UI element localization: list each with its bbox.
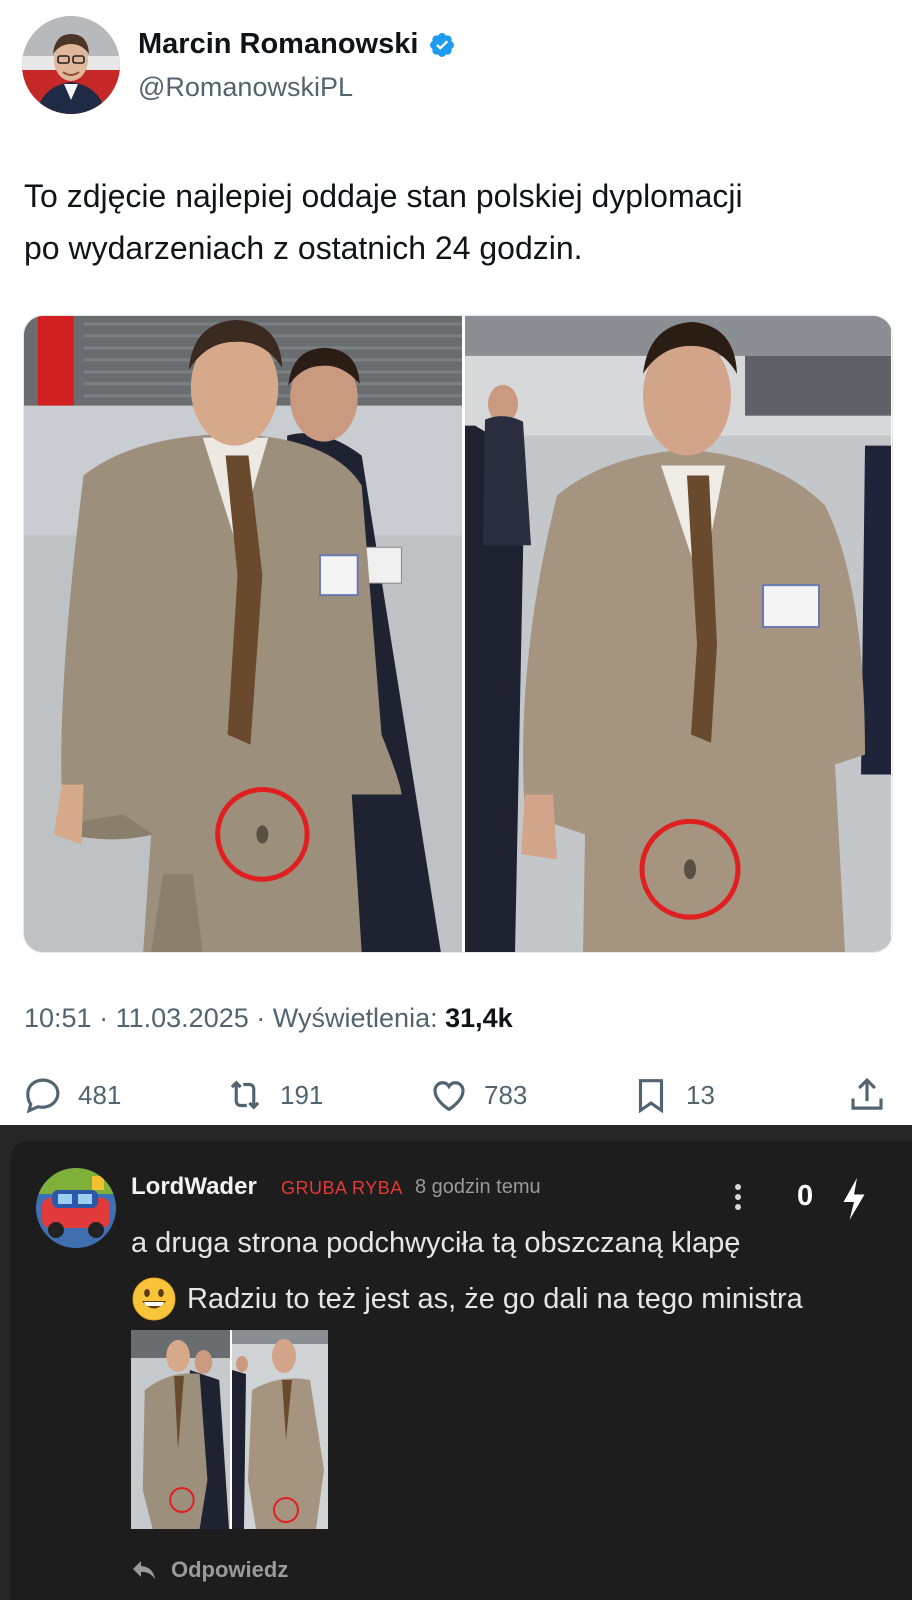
- views-count: 31,4k: [445, 1003, 513, 1033]
- comment-text-line-1: a druga strona podchwyciła tą obszczaną …: [131, 1227, 741, 1259]
- tweet-card: Marcin Romanowski @RomanowskiPL To zdjęc…: [0, 0, 912, 1125]
- reply-link[interactable]: Odpowiedz: [131, 1557, 288, 1583]
- reply-count: 481: [78, 1079, 122, 1110]
- like-count: 783: [484, 1079, 528, 1110]
- comment-text: a druga strona podchwyciła tą obszczaną …: [131, 1215, 891, 1327]
- reply-button[interactable]: 481: [22, 1072, 121, 1118]
- share-button[interactable]: [846, 1072, 888, 1118]
- media-photo-right[interactable]: [465, 316, 891, 952]
- author-name[interactable]: Marcin Romanowski: [138, 28, 456, 61]
- tweet-meta: 10:51 · 11.03.2025 · Wyświetlenia: 31,4k: [24, 1003, 513, 1034]
- author-handle[interactable]: @RomanowskiPL: [138, 72, 353, 103]
- author-name-text: Marcin Romanowski: [138, 28, 419, 60]
- reply-label: Odpowiedz: [171, 1557, 289, 1582]
- repost-icon: [230, 1080, 260, 1110]
- media-photo-left[interactable]: [24, 316, 465, 952]
- reply-arrow-icon: [133, 1561, 155, 1579]
- like-button[interactable]: 783: [428, 1072, 527, 1118]
- tweet-text: To zdjęcie najlepiej oddaje stan polskie…: [24, 170, 894, 274]
- reply-icon: [26, 1078, 60, 1114]
- author-avatar[interactable]: [22, 16, 120, 114]
- commenter-username[interactable]: LordWader: [131, 1173, 257, 1201]
- comment-timestamp: 8 godzin temu: [415, 1176, 541, 1198]
- tweet-date[interactable]: 11.03.2025: [116, 1003, 249, 1033]
- comment-text-line-2: Radziu to też jest as, że go dali na teg…: [187, 1283, 803, 1315]
- bookmark-count: 13: [686, 1079, 715, 1110]
- tweet-text-line-1: To zdjęcie najlepiej oddaje stan polskie…: [24, 178, 743, 214]
- thumbnail-left-photo: [131, 1330, 232, 1529]
- tweet-text-line-2: po wydarzeniach z ostatnich 24 godzin.: [24, 230, 583, 266]
- meta-separator: ·: [256, 1003, 266, 1033]
- tweet-time[interactable]: 10:51: [24, 1003, 92, 1033]
- comment-text-line-2-row: Radziu to też jest as, że go dali na teg…: [131, 1271, 891, 1327]
- tweet-actions: 481 191 783 13: [0, 1072, 912, 1118]
- repost-count: 191: [280, 1079, 324, 1110]
- thumbnail-right-photo: [232, 1330, 328, 1529]
- commenter-rank-badge: GRUBA RYBA: [281, 1178, 403, 1198]
- bookmark-icon: [638, 1079, 664, 1114]
- like-icon: [433, 1081, 465, 1112]
- comment-score: 0: [797, 1180, 814, 1212]
- share-icon: [851, 1077, 883, 1110]
- repost-button[interactable]: 191: [224, 1072, 323, 1118]
- more-vertical-icon[interactable]: [728, 1182, 748, 1212]
- tweet-media[interactable]: [23, 315, 893, 953]
- comment-image-thumbnail[interactable]: [131, 1330, 330, 1529]
- commenter-avatar[interactable]: [36, 1168, 116, 1248]
- meta-separator: ·: [99, 1003, 109, 1033]
- grinning-emoji-icon: [132, 1277, 176, 1321]
- bookmark-button[interactable]: 13: [630, 1072, 715, 1118]
- verified-badge-icon: [430, 32, 455, 57]
- views-label: Wyświetlenia:: [272, 1003, 438, 1033]
